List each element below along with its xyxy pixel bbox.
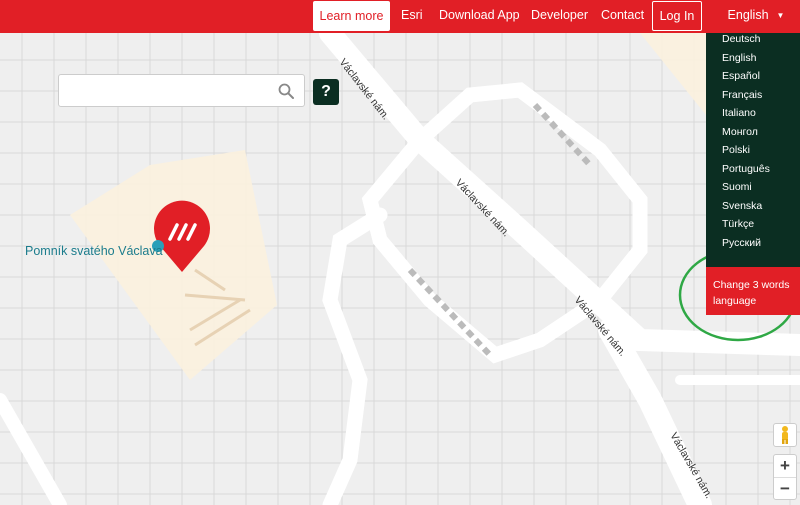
login-button[interactable]: Log In [652,1,702,31]
language-option-english[interactable]: English [722,52,756,64]
language-option-francais[interactable]: Français [722,89,762,101]
search-input[interactable] [65,81,269,102]
nav-link-download-app[interactable]: Download App [439,0,520,31]
help-button[interactable]: ? [313,79,339,105]
street-view-pegman-icon[interactable] [773,423,797,447]
language-option-svenska[interactable]: Svenska [722,200,762,212]
language-dropdown-menu: Deutsch English Español Français Italian… [706,33,800,267]
search-box [58,74,305,107]
zoom-control: + − [773,454,797,500]
search-icon[interactable] [278,83,294,99]
nav-link-developer[interactable]: Developer [531,0,588,31]
zoom-out-button[interactable]: − [774,478,796,500]
nav-link-esri[interactable]: Esri [401,0,423,31]
language-option-polski[interactable]: Polski [722,144,750,156]
zoom-in-button[interactable]: + [774,455,796,478]
caret-down-icon: ▼ [776,11,785,20]
top-navigation-bar: Learn more Esri Download App Developer C… [0,0,800,33]
nav-link-contact[interactable]: Contact [601,0,644,31]
language-option-portugues[interactable]: Português [722,163,770,175]
language-option-suomi[interactable]: Suomi [722,181,752,193]
learn-more-button[interactable]: Learn more [313,1,390,31]
change-language-label: Change 3 words language [713,279,790,307]
change-3-words-language-button[interactable]: Change 3 words language [706,267,800,315]
language-selector[interactable]: English ▼ [712,0,800,31]
language-option-italiano[interactable]: Italiano [722,107,756,119]
language-option-mongol[interactable]: Монгол [722,126,758,138]
language-option-turkce[interactable]: Türkçe [722,218,754,230]
language-option-russian[interactable]: Русский [722,237,761,249]
language-option-deutsch[interactable]: Deutsch [722,33,761,45]
place-label[interactable]: Pomník svatého Václava [25,244,163,258]
language-selector-label: English [727,8,769,22]
language-option-espanol[interactable]: Español [722,70,760,82]
